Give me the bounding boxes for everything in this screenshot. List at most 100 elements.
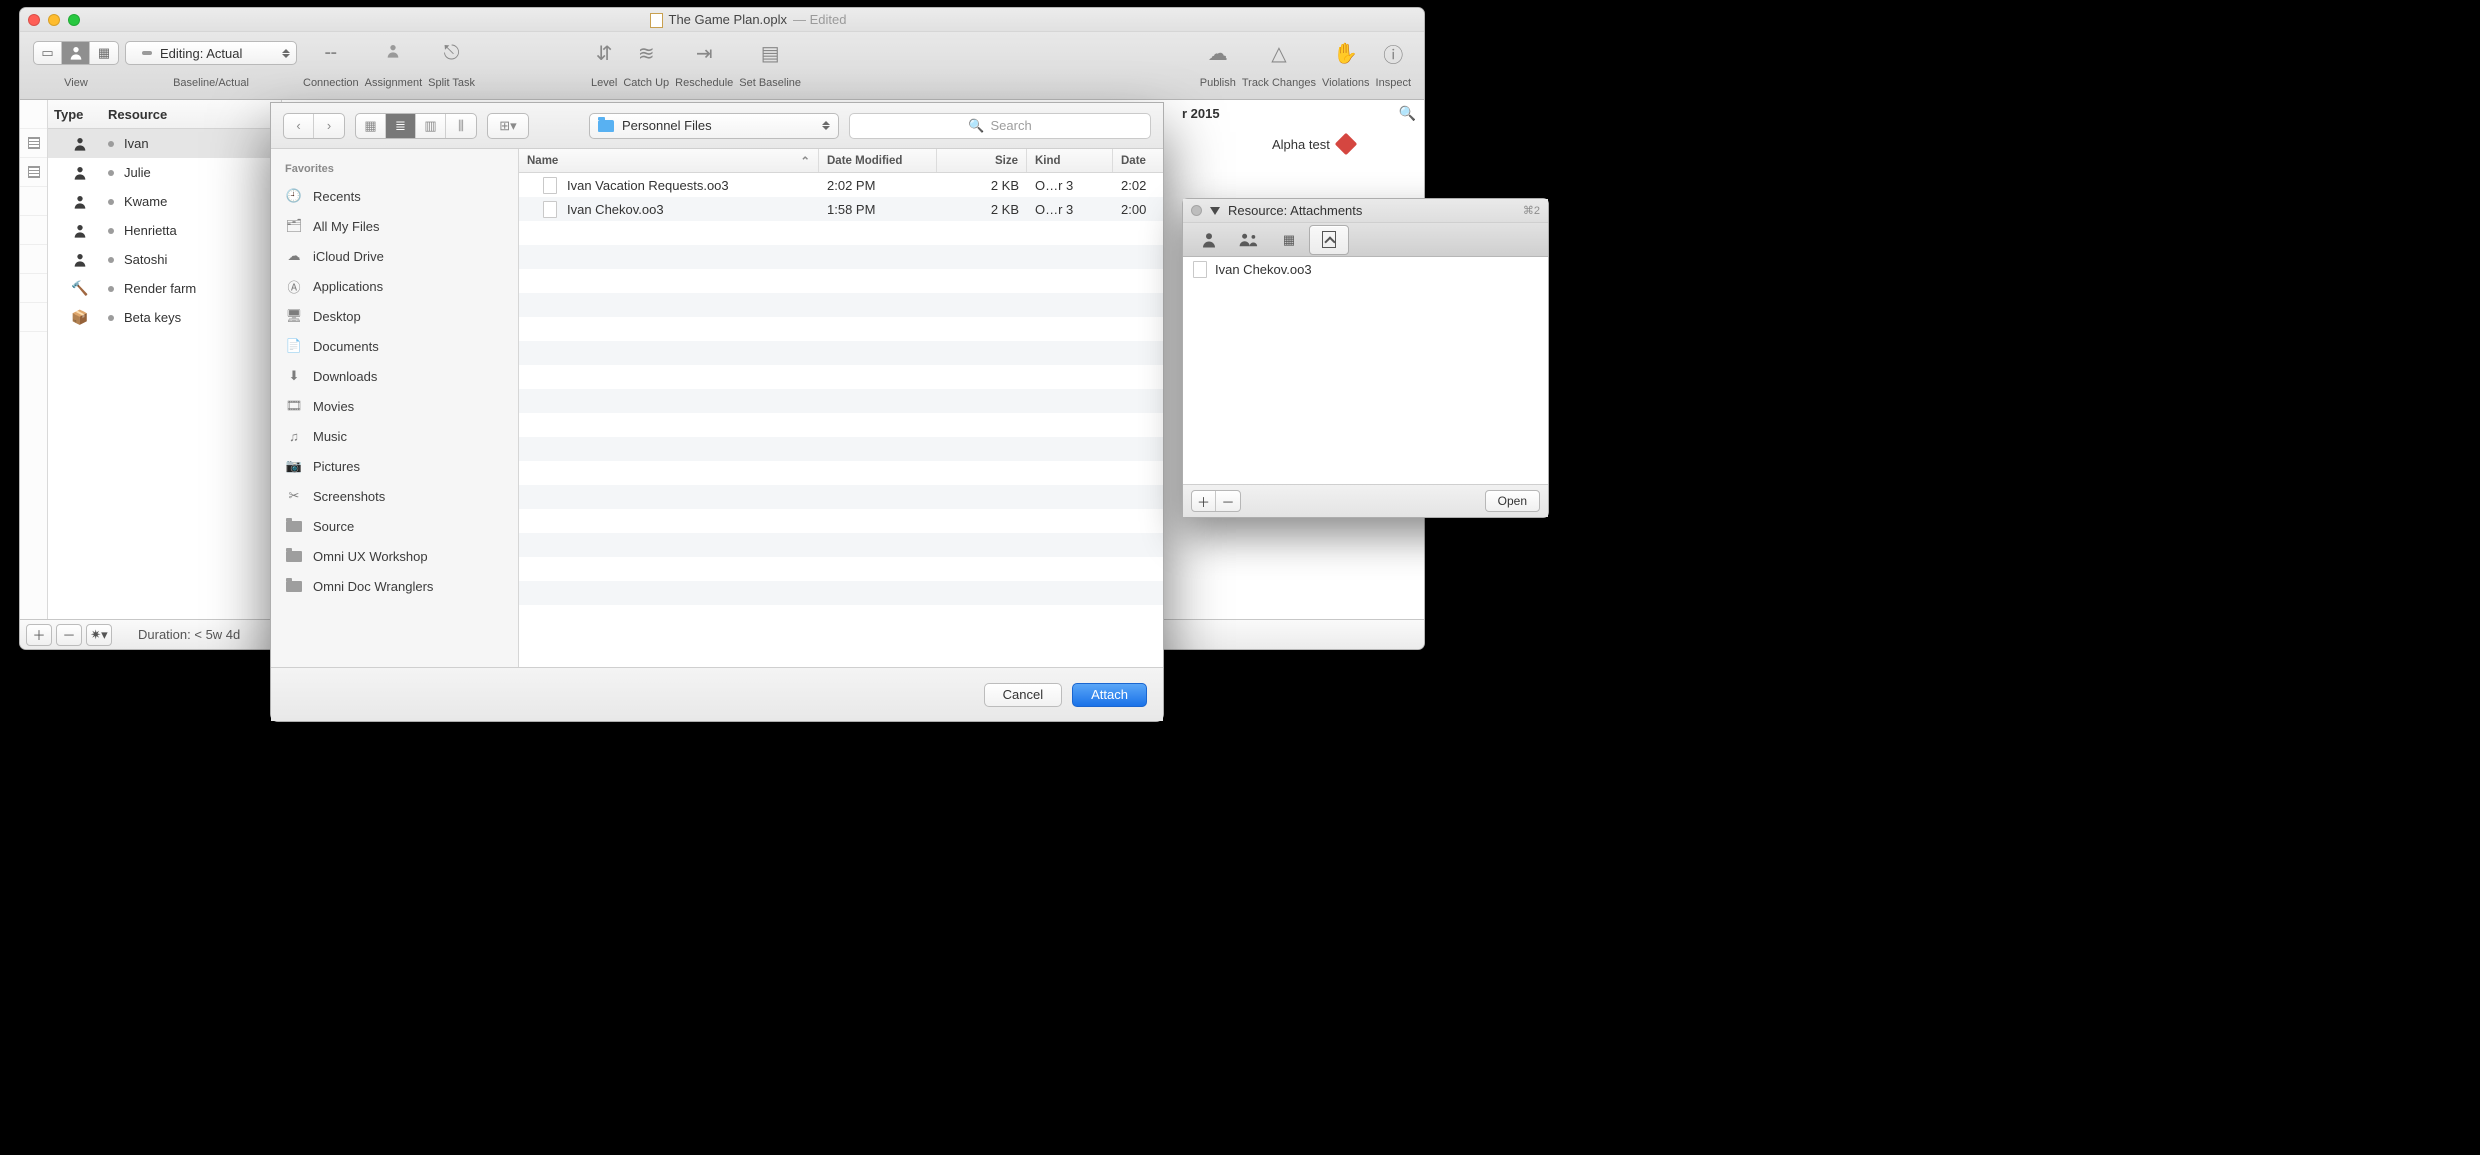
arrange-popup[interactable]: ⊞▾ [487,113,529,139]
resource-row[interactable]: Kwame [48,187,281,216]
close-window-button[interactable] [28,14,40,26]
sidebar-item[interactable]: ⒶApplications [271,271,518,301]
back-button[interactable]: ‹ [284,114,314,138]
violations-icon[interactable]: ✋ [1333,41,1358,66]
inspector-shortcut: ⌘2 [1523,204,1540,217]
resource-row[interactable]: Julie [48,158,281,187]
sidebar-icon: ⬇︎ [285,367,303,385]
icon-view-button[interactable]: ▦ [356,114,386,138]
track-changes-icon[interactable]: △ [1271,41,1286,66]
tab-info-icon[interactable] [1189,225,1229,255]
col-type[interactable]: Type [48,107,108,122]
sidebar-item[interactable]: Omni Doc Wranglers [271,571,518,601]
add-remove-segmented[interactable]: ＋ － [1191,490,1241,512]
tab-attachments-icon[interactable] [1309,225,1349,255]
col-name[interactable]: Name⌃ [519,149,819,172]
forward-button[interactable]: › [314,114,344,138]
resource-list: Type Resource Ivan Julie KwameHenriettaSat… [48,100,282,619]
sidebar-icon: ☁︎ [285,247,303,265]
resource-row[interactable]: Ivan [48,129,281,158]
file-list-header: Name⌃ Date Modified Size Kind Date [519,149,1163,173]
publish-icon[interactable]: ☁ [1208,41,1228,66]
zoom-window-button[interactable] [68,14,80,26]
search-icon[interactable]: 🔍 [1399,105,1416,122]
track-changes-label: Track Changes [1242,77,1316,89]
bullet-icon [108,286,114,292]
attachment-row[interactable]: Ivan Chekov.oo3 [1183,257,1548,281]
cancel-button[interactable]: Cancel [984,683,1062,707]
sidebar-item[interactable]: Source [271,511,518,541]
col-modified[interactable]: Date Modified [819,149,937,172]
sidebar-item[interactable]: 🖥Desktop [271,301,518,331]
titlebar: The Game Plan.oplx — Edited [20,8,1424,32]
attach-button[interactable]: Attach [1072,683,1147,707]
list-view-button[interactable]: ≣ [386,114,416,138]
sidebar-item[interactable]: ☁︎iCloud Drive [271,241,518,271]
sidebar-icon: Ⓐ [285,277,303,295]
outline-icon[interactable] [28,166,40,178]
file-modified: 1:58 PM [819,202,937,217]
view-mode-resource-icon[interactable] [62,42,90,64]
bullet-icon [108,315,114,321]
open-button[interactable]: Open [1485,490,1540,512]
reschedule-icon[interactable]: ⇥ [696,41,713,66]
resource-row[interactable]: 📦Beta keys [48,303,281,332]
col-size[interactable]: Size [937,149,1027,172]
inspector-titlebar[interactable]: Resource: Attachments ⌘2 [1183,199,1548,223]
outline-icon[interactable] [28,137,40,149]
remove-button[interactable]: － [56,624,82,646]
tab-schedule-icon[interactable]: ▦ [1269,225,1309,255]
view-mode-gantt-icon[interactable]: ▭ [34,42,62,64]
sidebar-item[interactable]: ⬇︎Downloads [271,361,518,391]
sidebar-item[interactable]: 📷Pictures [271,451,518,481]
sidebar-item[interactable]: ♫Music [271,421,518,451]
file-row[interactable]: Ivan Chekov.oo31:58 PM2 KBO…r 32:00 [519,197,1163,221]
sidebar-item[interactable]: 📄Documents [271,331,518,361]
milestone-diamond-icon [1335,133,1358,156]
sidebar-item[interactable]: ✂︎Screenshots [271,481,518,511]
set-baseline-icon[interactable]: ▤ [761,41,780,66]
resource-row[interactable]: 🔨Render farm [48,274,281,303]
milestone[interactable]: Alpha test [1272,136,1354,152]
resource-row[interactable]: Satoshi [48,245,281,274]
col-date[interactable]: Date [1113,149,1163,172]
nav-back-forward[interactable]: ‹ › [283,113,345,139]
view-style-segmented[interactable]: ▦ ≣ ▥ ⫼ [355,113,477,139]
col-kind[interactable]: Kind [1027,149,1113,172]
set-baseline-label: Set Baseline [739,77,801,89]
catch-up-icon[interactable]: ≋ [638,41,655,66]
add-button[interactable]: ＋ [26,624,52,646]
folder-name: Personnel Files [622,118,712,133]
disclosure-triangle-icon[interactable] [1210,207,1220,215]
assignment-icon[interactable] [385,42,401,65]
sidebar-item[interactable]: 🗂All My Files [271,211,518,241]
file-row[interactable]: Ivan Vacation Requests.oo32:02 PM2 KBO…r… [519,173,1163,197]
resource-row[interactable]: Henrietta [48,216,281,245]
tab-assignments-icon[interactable] [1229,225,1269,255]
view-mode-segmented[interactable]: ▭ ▦ [33,41,119,65]
inspector-panel: Resource: Attachments ⌘2 ▦ Ivan Chekov.o… [1182,198,1549,518]
search-field[interactable]: 🔍 Search [849,113,1151,139]
resource-name: Julie [124,165,151,180]
col-resource[interactable]: Resource [108,107,281,122]
column-view-button[interactable]: ▥ [416,114,446,138]
sidebar-icon: 🎞 [285,397,303,415]
coverflow-view-button[interactable]: ⫼ [446,114,476,138]
sidebar-item[interactable]: 🕘Recents [271,181,518,211]
attachment-list[interactable]: Ivan Chekov.oo3 [1183,257,1548,485]
inspector-close-button[interactable] [1191,205,1202,216]
baseline-actual-popup[interactable]: Editing: Actual [125,41,297,65]
sidebar-item[interactable]: Omni UX Workshop [271,541,518,571]
sidebar-item[interactable]: 🎞Movies [271,391,518,421]
level-icon[interactable]: ⇵ [596,41,613,66]
action-menu-button[interactable]: ✷▾ [86,624,112,646]
inspect-icon[interactable]: ⓘ [1383,39,1403,68]
connection-icon[interactable]: ╌ [325,41,337,66]
folder-popup[interactable]: Personnel Files [589,113,839,139]
minimize-window-button[interactable] [48,14,60,26]
view-mode-calendar-icon[interactable]: ▦ [90,42,118,64]
split-task-icon[interactable]: ⎋ [444,42,460,65]
add-attachment-button[interactable]: ＋ [1192,491,1216,511]
bullet-icon [108,199,114,205]
remove-attachment-button[interactable]: － [1216,491,1240,511]
